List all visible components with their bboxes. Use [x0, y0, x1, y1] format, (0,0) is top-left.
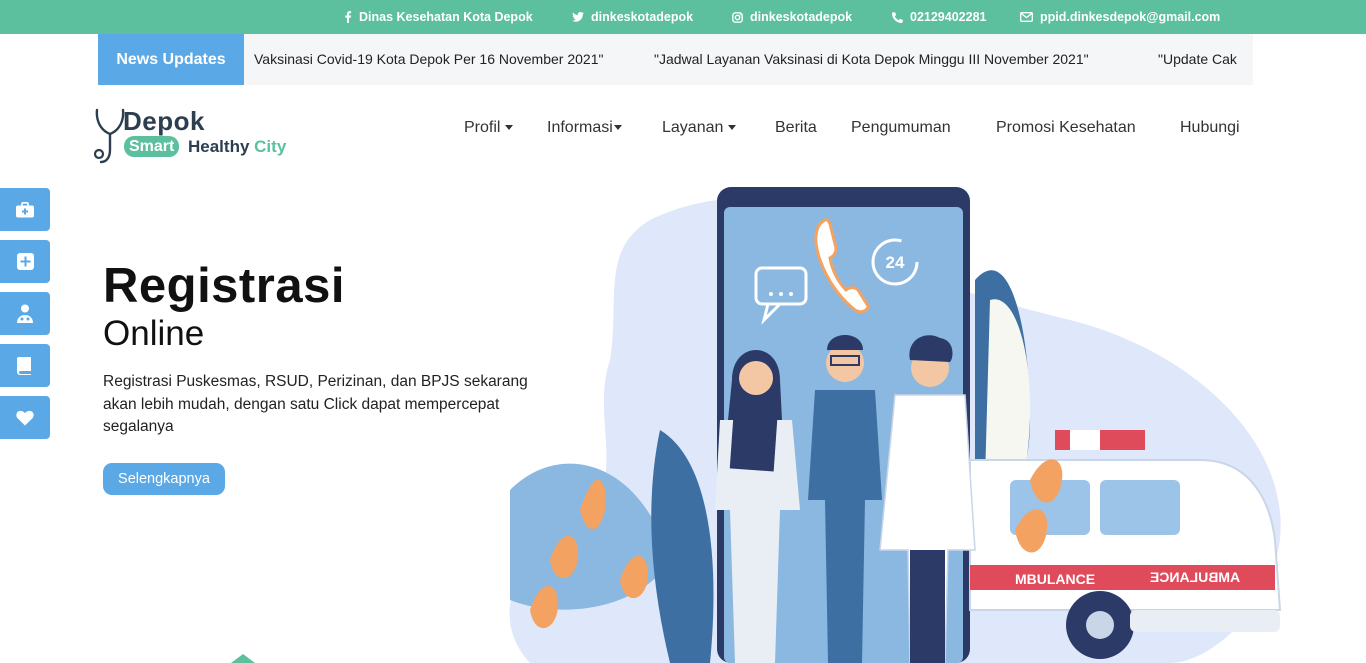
ambulance-bumper: [1130, 610, 1280, 632]
nav-pengumuman[interactable]: Pengumuman: [851, 119, 951, 137]
site-logo[interactable]: Depok Smart Healthy City: [93, 106, 303, 166]
side-button-plus[interactable]: [0, 240, 50, 283]
nav-layanan-label: Layanan: [662, 119, 724, 136]
top-contact-bar: Dinas Kesehatan Kota Depok dinkeskotadep…: [0, 0, 1366, 34]
heart-icon: [16, 410, 34, 425]
email-label: ppid.dinkesdepok@gmail.com: [1040, 10, 1221, 24]
nav-hubungi[interactable]: Hubungi: [1180, 119, 1240, 137]
chevron-down-icon: [613, 125, 622, 131]
chat-dot: [769, 292, 773, 296]
plus-square-icon: [16, 253, 34, 270]
facebook-icon: [345, 11, 352, 23]
logo-smart: Smart: [124, 136, 180, 157]
medkit-icon: [16, 201, 34, 217]
nav-promosi-kesehatan[interactable]: Promosi Kesehatan: [996, 119, 1136, 137]
facebook-label: Dinas Kesehatan Kota Depok: [359, 10, 533, 24]
chevron-down-icon: [505, 125, 514, 131]
nav-informasi-label: Informasi: [547, 119, 613, 136]
hero-subtitle: Online: [103, 314, 205, 353]
logo-healthy: Healthy: [188, 137, 250, 156]
side-button-medkit[interactable]: [0, 188, 50, 231]
news-item[interactable]: "Update Cak: [1158, 34, 1237, 85]
scroll-indicator: [231, 654, 255, 663]
nav-informasi[interactable]: Informasi: [547, 119, 622, 137]
instagram-icon: [732, 11, 743, 23]
news-ticker: News Updates Vaksinasi Covid-19 Kota Dep…: [98, 34, 1253, 85]
instagram-label: dinkeskotadepok: [750, 10, 853, 24]
news-item[interactable]: Vaksinasi Covid-19 Kota Depok Per 16 Nov…: [254, 34, 603, 85]
logo-depok: Depok: [123, 106, 205, 136]
side-button-heart[interactable]: [0, 396, 50, 439]
doctor-icon: [17, 304, 33, 323]
twitter-icon: [572, 12, 584, 22]
news-track: Vaksinasi Covid-19 Kota Depok Per 16 Nov…: [244, 34, 1241, 85]
ambulance-window: [1100, 480, 1180, 535]
logo-city: City: [254, 137, 287, 156]
book-icon: [17, 357, 31, 375]
nav-berita[interactable]: Berita: [775, 119, 817, 137]
clock-24-label: 24: [886, 253, 905, 272]
instagram-link[interactable]: dinkeskotadepok: [732, 0, 852, 34]
envelope-icon: [1020, 12, 1033, 22]
phone-icon: [892, 11, 903, 23]
nav-layanan[interactable]: Layanan: [662, 119, 737, 137]
ambulance-label: AMBULANCE: [1150, 569, 1240, 585]
news-item[interactable]: "Jadwal Layanan Vaksinasi di Kota Depok …: [654, 34, 1089, 85]
ambulance-side-label: MBULANCE: [1015, 571, 1095, 587]
chat-dot: [789, 292, 793, 296]
twitter-link[interactable]: dinkeskotadepok: [572, 0, 693, 34]
hero-illustration: 24 AMBULANCE MBULANCE: [509, 187, 1282, 663]
twitter-label: dinkeskotadepok: [591, 10, 694, 24]
chevron-down-icon: [728, 125, 737, 131]
news-label: News Updates: [98, 34, 244, 85]
chat-dot: [779, 292, 783, 296]
nav-profil[interactable]: Profil: [464, 119, 514, 137]
logo-healthy-city: Healthy City: [188, 137, 286, 157]
hero-title: Registrasi: [103, 259, 345, 313]
side-button-book[interactable]: [0, 344, 50, 387]
ambulance-light-white: [1070, 430, 1100, 450]
ambulance-hub: [1086, 611, 1114, 639]
facebook-link[interactable]: Dinas Kesehatan Kota Depok: [344, 0, 533, 34]
nav-profil-label: Profil: [464, 119, 501, 136]
phone-label: 02129402281: [910, 10, 987, 24]
phone-link[interactable]: 02129402281: [892, 0, 986, 34]
email-link[interactable]: ppid.dinkesdepok@gmail.com: [1020, 0, 1220, 34]
selengkapnya-button[interactable]: Selengkapnya: [103, 463, 225, 495]
side-button-doctor[interactable]: [0, 292, 50, 335]
